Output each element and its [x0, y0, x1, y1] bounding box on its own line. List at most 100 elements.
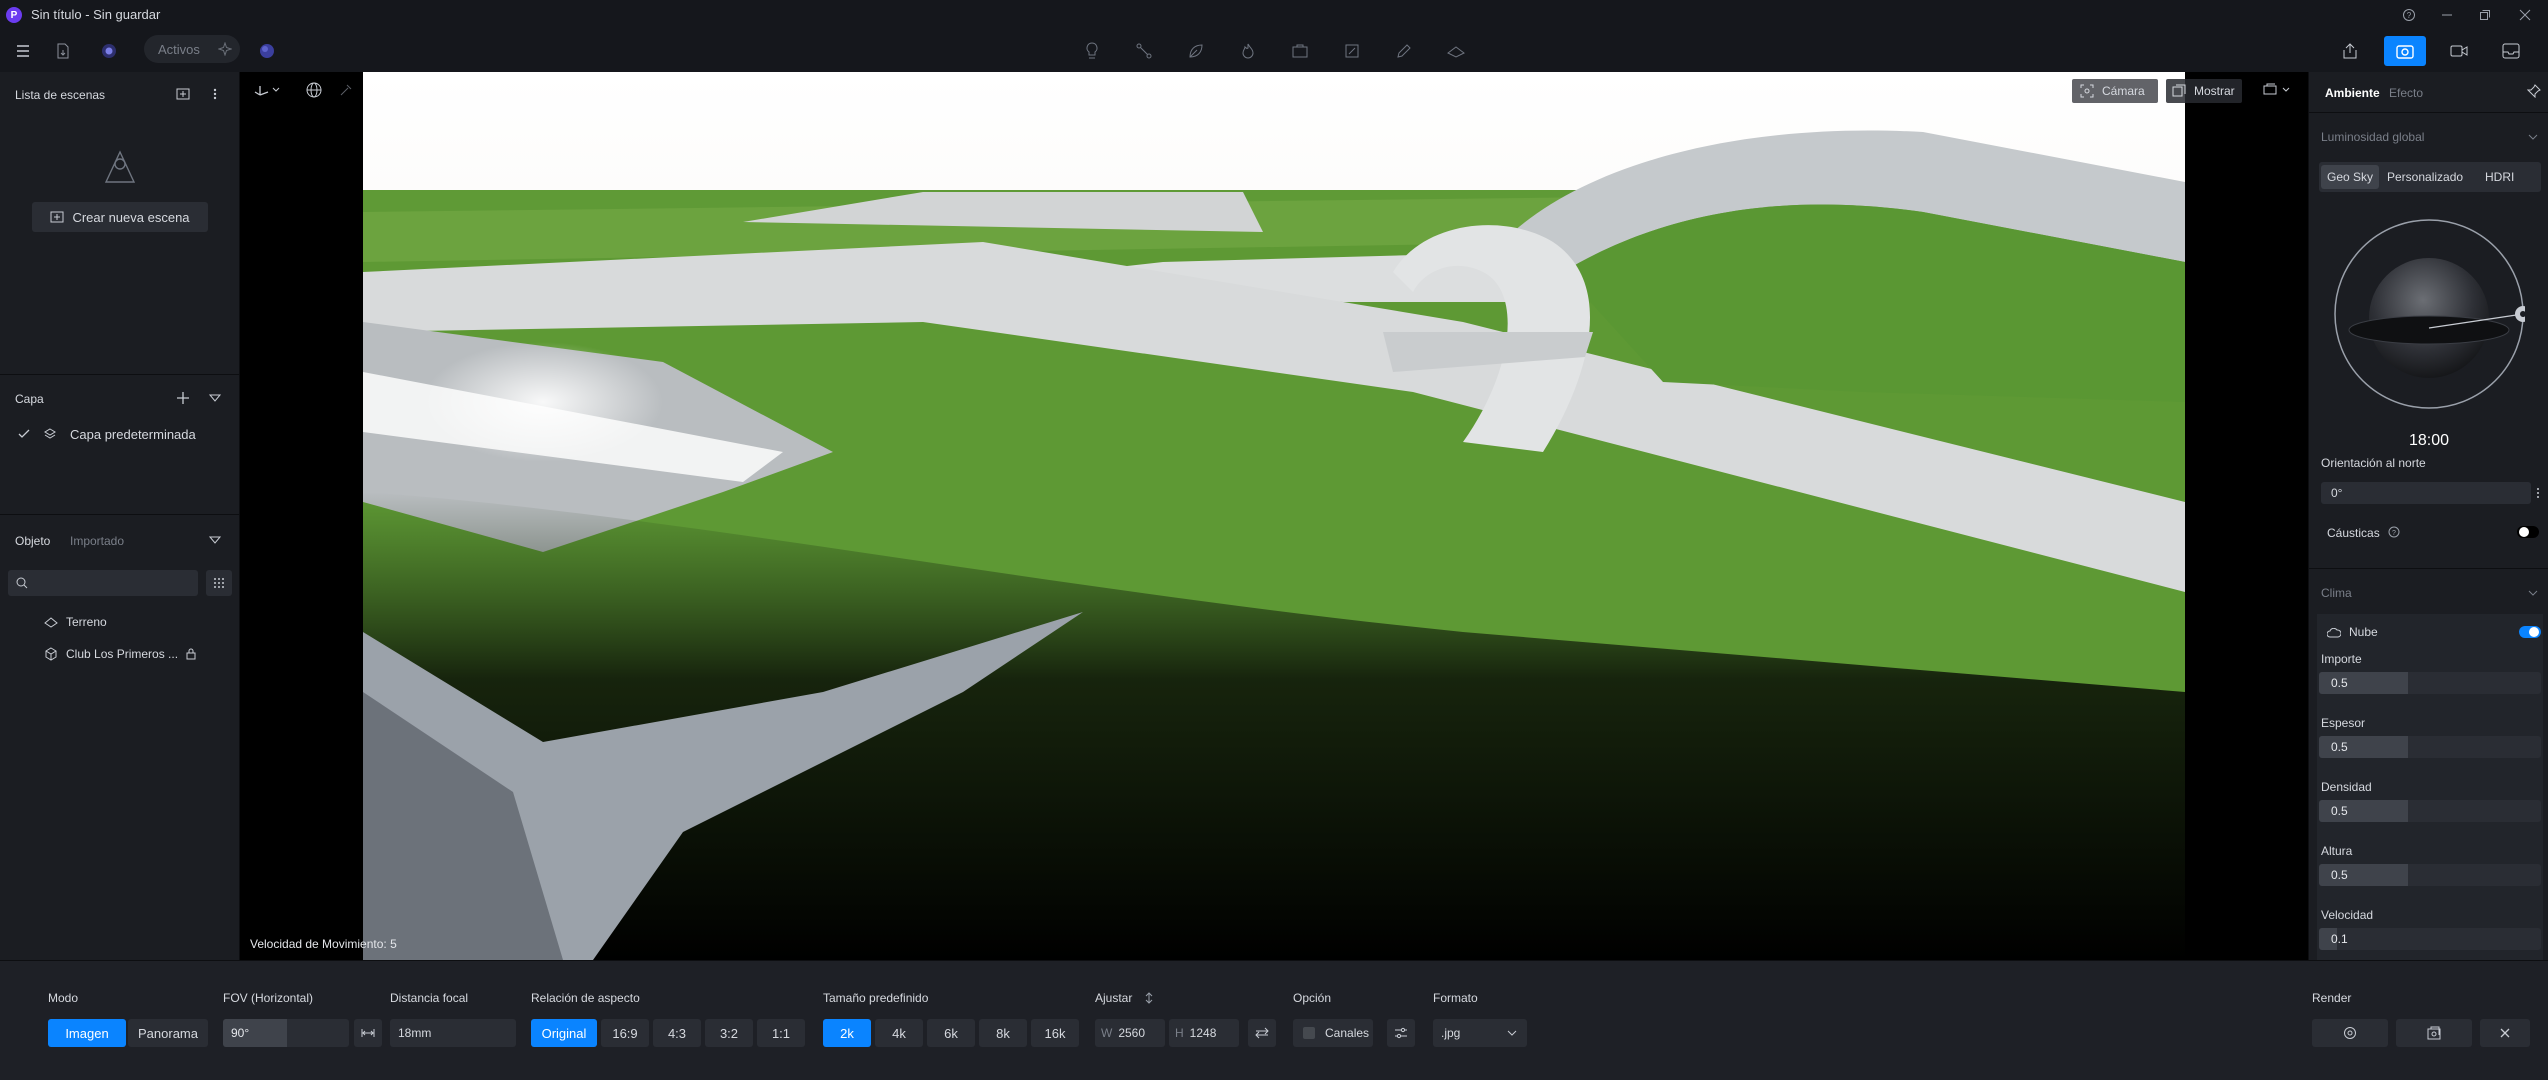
param-label-amount: Importe — [2321, 652, 2362, 666]
tab-object[interactable]: Objeto — [15, 534, 50, 548]
global-light-chevron-icon[interactable] — [2525, 130, 2541, 144]
object-filter-icon[interactable] — [206, 532, 224, 548]
tab-imported[interactable]: Importado — [70, 534, 124, 548]
eyedropper-icon[interactable] — [336, 80, 356, 100]
close-render-icon[interactable] — [2480, 1019, 2530, 1047]
mode-panorama-button[interactable]: Panorama — [128, 1019, 208, 1047]
add-layer-icon[interactable] — [174, 390, 192, 406]
menu-icon[interactable] — [14, 42, 32, 60]
channel-settings-icon[interactable] — [1387, 1019, 1415, 1047]
svg-text:?: ? — [2407, 11, 2412, 20]
globe-icon[interactable] — [304, 80, 324, 100]
import-file-icon[interactable] — [54, 42, 72, 60]
size-4k-button[interactable]: 4k — [875, 1019, 923, 1047]
photo-mode-button[interactable] — [2384, 36, 2426, 66]
density-slider[interactable]: 0.5 — [2319, 800, 2541, 822]
help-icon[interactable]: ? — [2400, 6, 2418, 24]
cloud-toggle[interactable] — [2519, 626, 2541, 638]
adjust-sort-icon[interactable] — [1142, 991, 1156, 1005]
assets-label: Activos — [158, 41, 200, 57]
export-icon[interactable] — [2340, 41, 2360, 61]
terrain-tool-icon[interactable] — [1446, 41, 1466, 61]
format-value: .jpg — [1441, 1026, 1461, 1040]
height-input[interactable]: H 1248 — [1169, 1019, 1239, 1047]
channels-checkbox[interactable]: Canales — [1293, 1019, 1373, 1047]
caustics-toggle[interactable] — [2517, 526, 2539, 538]
aspect-label: Relación de aspecto — [531, 991, 640, 1005]
view-mode-icon[interactable] — [2260, 80, 2294, 100]
mode-image-button[interactable]: Imagen — [48, 1019, 126, 1047]
fov-slider[interactable]: 90° — [223, 1019, 349, 1047]
tab-geo-sky[interactable]: Geo Sky — [2321, 165, 2379, 189]
movement-speed-text: Velocidad de Movimiento: 5 — [250, 937, 397, 951]
size-2k-button[interactable]: 2k — [823, 1019, 871, 1047]
focal-input[interactable]: 18mm — [390, 1019, 516, 1047]
sun-position-dial[interactable] — [2333, 218, 2525, 410]
layer-row-default[interactable]: Capa predeterminada — [0, 422, 240, 446]
add-scene-icon[interactable] — [174, 86, 192, 102]
object-row-terrain[interactable]: Terreno — [0, 610, 240, 634]
aspect-1-1-button[interactable]: 1:1 — [757, 1019, 805, 1047]
decal-icon[interactable] — [1342, 41, 1362, 61]
transform-gizmo-icon[interactable] — [252, 80, 282, 100]
pin-icon[interactable] — [2525, 82, 2543, 100]
amount-slider[interactable]: 0.5 — [2319, 672, 2541, 694]
size-16k-button[interactable]: 16k — [1031, 1019, 1079, 1047]
app-logo-icon: P — [6, 7, 22, 23]
brush-icon[interactable] — [1394, 41, 1414, 61]
viewport[interactable]: Cámara Mostrar Velocidad de Movimiento: … — [240, 72, 2308, 960]
restore-icon[interactable] — [2476, 6, 2494, 24]
size-8k-button[interactable]: 8k — [979, 1019, 1027, 1047]
assets-button[interactable]: Activos — [144, 35, 240, 63]
swap-dimensions-icon[interactable] — [1248, 1019, 1276, 1047]
speed-slider[interactable]: 0.1 — [2319, 928, 2541, 950]
object-search-input[interactable] — [8, 570, 198, 596]
tab-effect[interactable]: Efecto — [2389, 86, 2423, 100]
north-more-icon[interactable] — [2531, 482, 2545, 504]
format-label: Formato — [1433, 991, 1478, 1005]
camera-label: Cámara — [2102, 84, 2145, 98]
layer-filter-icon[interactable] — [206, 390, 224, 406]
size-6k-button[interactable]: 6k — [927, 1019, 975, 1047]
format-select[interactable]: .jpg — [1433, 1019, 1527, 1047]
speed-slider-value: 0.1 — [2319, 928, 2348, 950]
render-settings-icon[interactable] — [2312, 1019, 2388, 1047]
grid-view-icon[interactable] — [206, 570, 232, 596]
render-save-icon[interactable] — [2396, 1019, 2472, 1047]
climate-chevron-icon[interactable] — [2525, 586, 2541, 600]
fov-width-icon[interactable] — [354, 1019, 382, 1047]
plugin-orb-icon[interactable] — [100, 42, 118, 60]
left-panel: Lista de escenas Crear nueva escena Capa… — [0, 72, 240, 960]
north-input[interactable]: 0° — [2321, 482, 2531, 504]
show-button[interactable]: Mostrar — [2166, 79, 2242, 103]
minimize-icon[interactable] — [2438, 6, 2456, 24]
aspect-4-3-button[interactable]: 4:3 — [653, 1019, 701, 1047]
sky-mode-tabs: Geo Sky Personalizado HDRI — [2319, 162, 2541, 192]
fire-icon[interactable] — [1238, 41, 1258, 61]
width-input[interactable]: W 2560 — [1095, 1019, 1165, 1047]
create-scene-button[interactable]: Crear nueva escena — [32, 202, 208, 232]
light-bulb-icon[interactable] — [1082, 41, 1102, 61]
camera-button[interactable]: Cámara — [2072, 79, 2158, 103]
tab-hdri[interactable]: HDRI — [2485, 170, 2514, 184]
aspect-original-button[interactable]: Original — [531, 1019, 597, 1047]
tab-custom[interactable]: Personalizado — [2387, 170, 2463, 184]
box-icon[interactable] — [1290, 41, 1310, 61]
object-row-club[interactable]: Club Los Primeros ... — [0, 642, 240, 666]
default-layer-label: Capa predeterminada — [70, 426, 196, 442]
video-mode-icon[interactable] — [2448, 41, 2470, 61]
thickness-slider[interactable]: 0.5 — [2319, 736, 2541, 758]
width-prefix: W — [1101, 1026, 1113, 1040]
tab-ambient[interactable]: Ambiente — [2325, 86, 2380, 100]
path-tool-icon[interactable] — [1134, 41, 1154, 61]
leaf-icon[interactable] — [1186, 41, 1206, 61]
aspect-16-9-button[interactable]: 16:9 — [601, 1019, 649, 1047]
render-queue-icon[interactable] — [2500, 41, 2522, 61]
close-window-icon[interactable] — [2516, 6, 2534, 24]
material-ball-icon[interactable] — [258, 42, 276, 60]
height-slider[interactable]: 0.5 — [2319, 864, 2541, 886]
aspect-3-2-button[interactable]: 3:2 — [705, 1019, 753, 1047]
layer-title: Capa — [15, 392, 44, 406]
caustics-info-icon[interactable]: ? — [2387, 525, 2401, 539]
scene-more-icon[interactable] — [206, 86, 224, 102]
